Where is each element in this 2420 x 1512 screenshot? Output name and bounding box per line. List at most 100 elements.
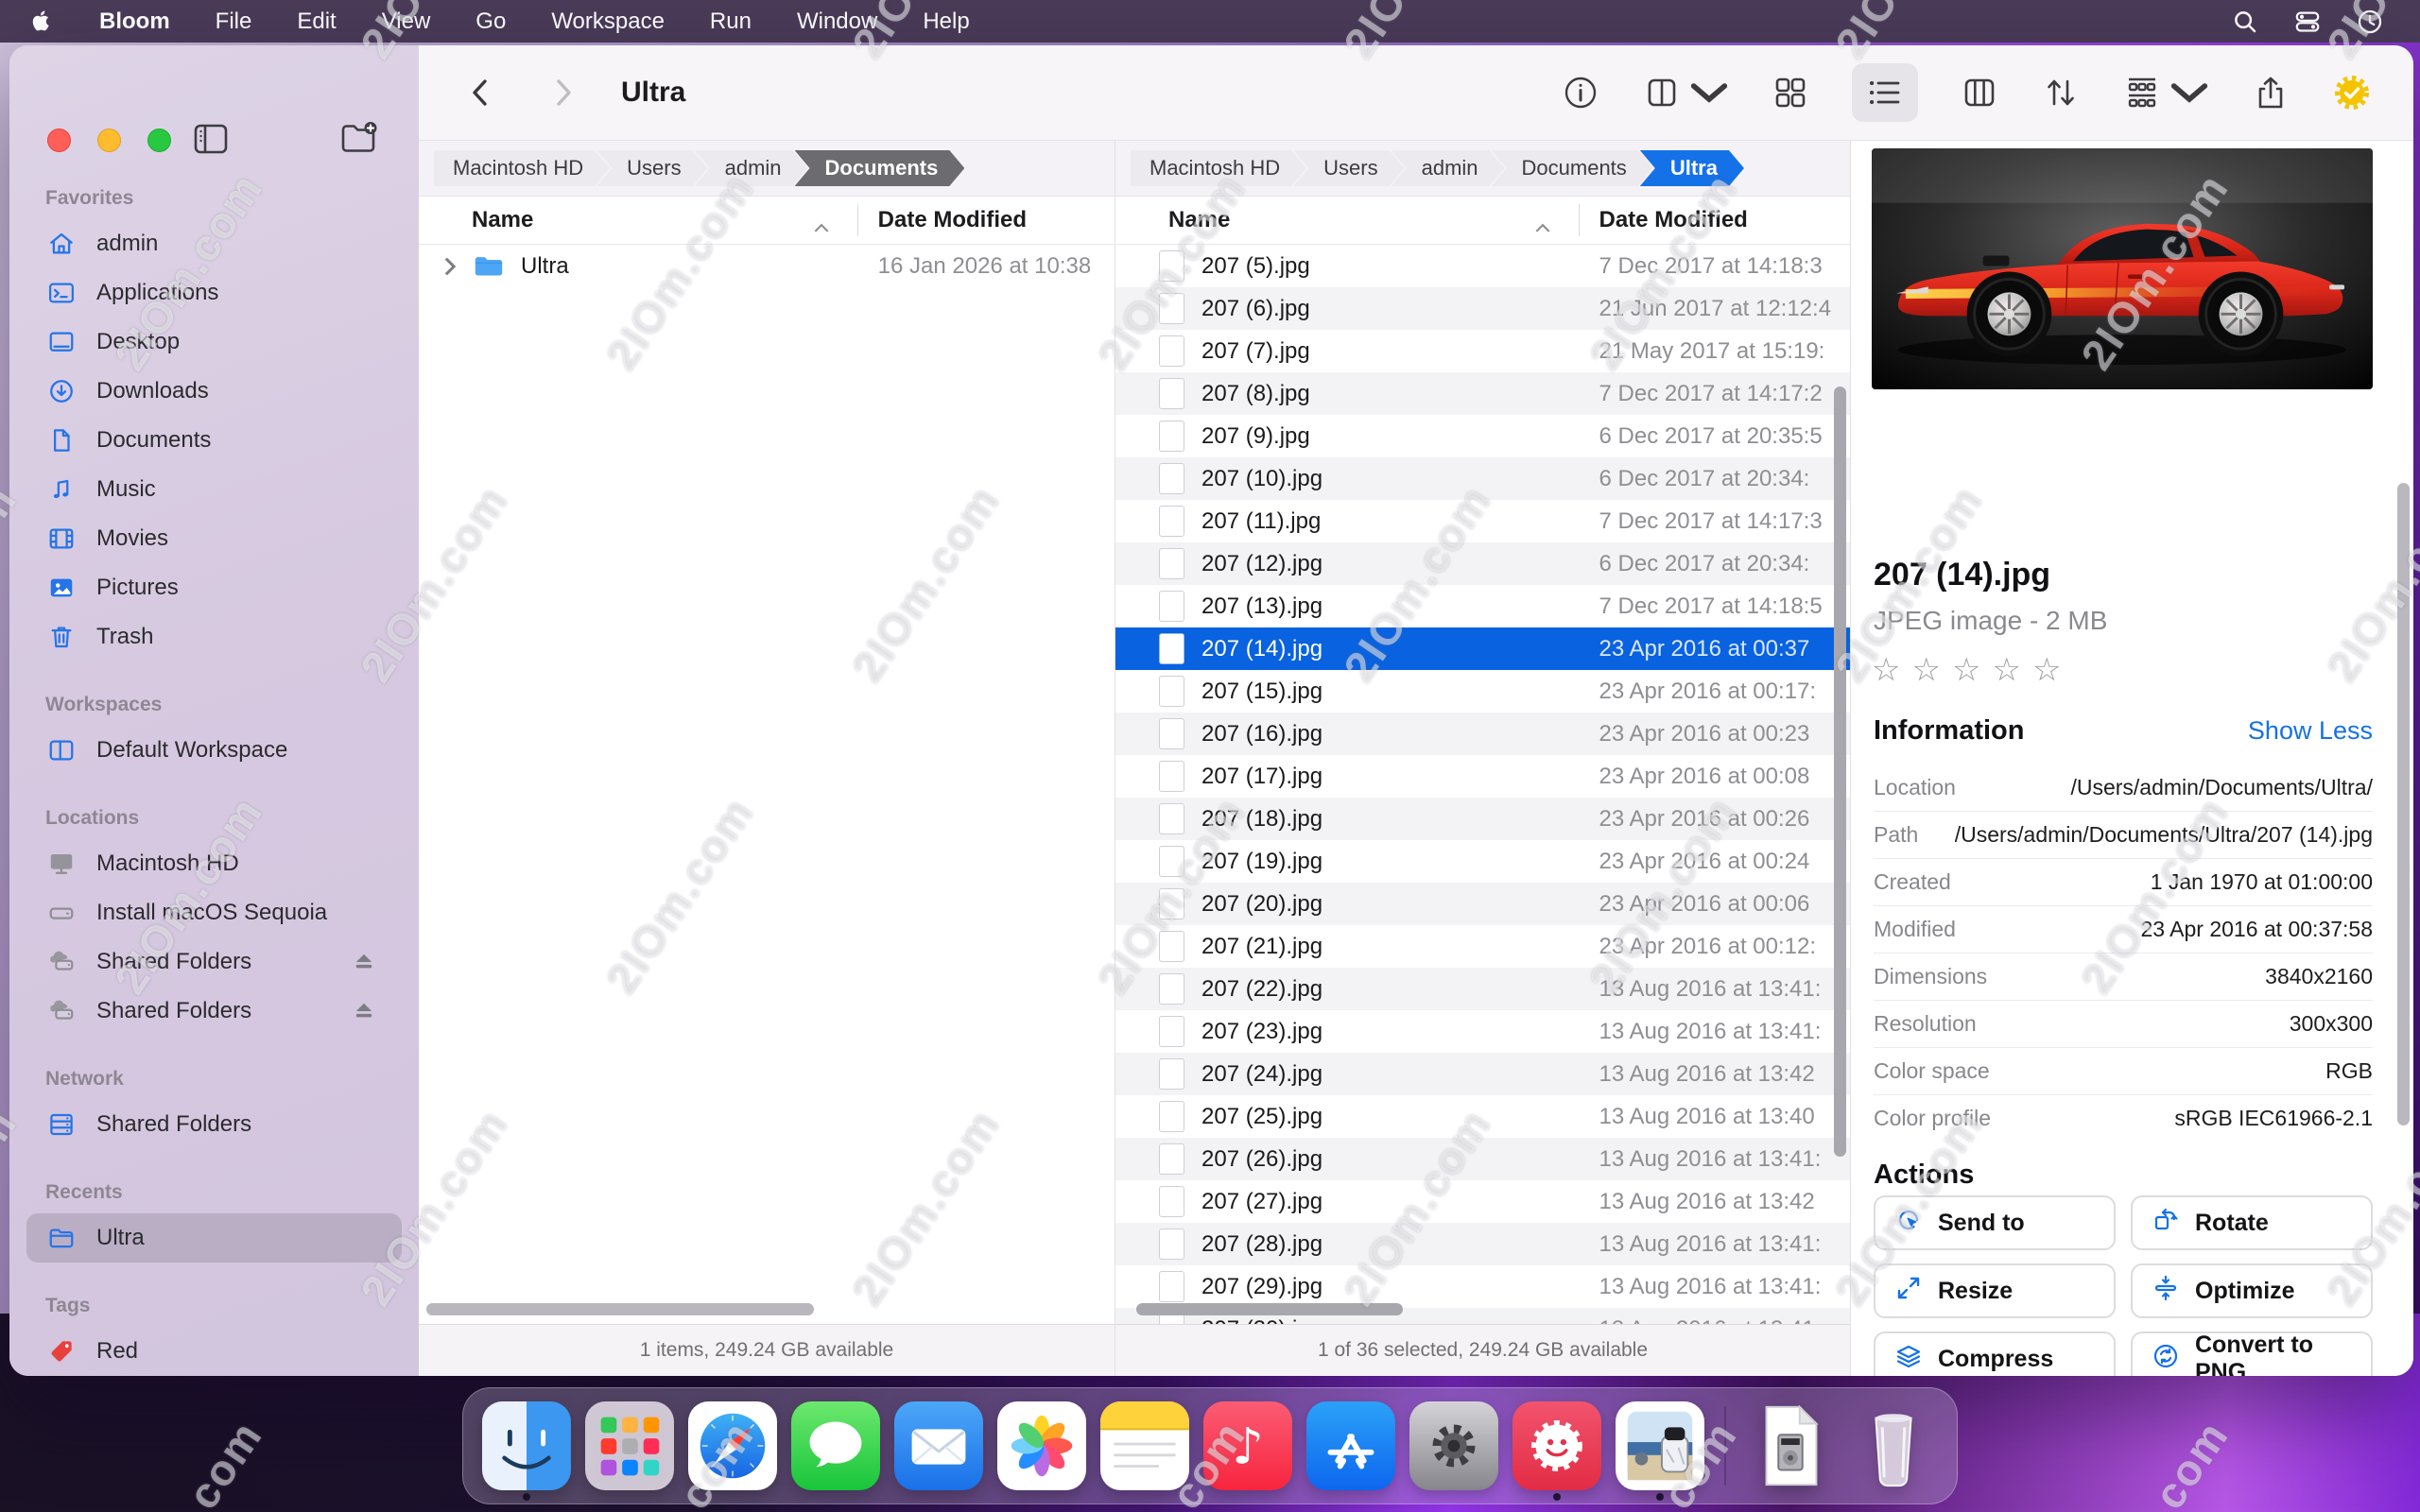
horizontal-scrollbar-left[interactable] xyxy=(426,1303,814,1315)
file-row-207-5-jpg[interactable]: 207 (5).jpg 7 Dec 2017 at 14:18:3 xyxy=(1115,245,1850,287)
grid-view-icon[interactable] xyxy=(1771,73,1810,112)
file-row-207-10-jpg[interactable]: 207 (10).jpg 6 Dec 2017 at 20:34: xyxy=(1115,457,1850,500)
menu-workspace[interactable]: Workspace xyxy=(551,9,665,35)
sidebar-item-red[interactable]: Red xyxy=(26,1327,402,1376)
horizontal-scrollbar-right[interactable] xyxy=(1136,1303,1403,1315)
file-row-207-7-jpg[interactable]: 207 (7).jpg 21 May 2017 at 15:19: xyxy=(1115,330,1850,372)
toggle-sidebar-icon[interactable] xyxy=(189,117,233,161)
column-divider[interactable] xyxy=(856,204,858,236)
menu-app-name[interactable]: Bloom xyxy=(99,9,170,35)
group-by-icon[interactable] xyxy=(2122,73,2209,112)
file-row-207-12-jpg[interactable]: 207 (12).jpg 6 Dec 2017 at 20:34: xyxy=(1115,542,1850,585)
dock-music-icon[interactable]: ♪ xyxy=(1203,1401,1292,1490)
file-row-207-15-jpg[interactable]: 207 (15).jpg 23 Apr 2016 at 00:17: xyxy=(1115,670,1850,713)
column-date-modified[interactable]: Date Modified xyxy=(878,207,1027,233)
apple-menu-icon[interactable] xyxy=(28,9,54,34)
column-date-modified[interactable]: Date Modified xyxy=(1599,207,1748,233)
eject-icon[interactable] xyxy=(351,998,377,1024)
file-row-207-6-jpg[interactable]: 207 (6).jpg 21 Jun 2017 at 12:12:4 xyxy=(1115,287,1850,330)
forward-button[interactable] xyxy=(549,74,578,112)
compress-button[interactable]: Compress xyxy=(1874,1332,2116,1376)
menu-go[interactable]: Go xyxy=(475,9,506,35)
file-row-207-20-jpg[interactable]: 207 (20).jpg 23 Apr 2016 at 00:06 xyxy=(1115,883,1850,925)
breadcrumb-users[interactable]: Users xyxy=(1293,150,1404,186)
license-badge-icon[interactable] xyxy=(2332,73,2372,112)
file-row-207-23-jpg[interactable]: 207 (23).jpg 13 Aug 2016 at 13:41: xyxy=(1115,1010,1850,1053)
sidebar-item-trash[interactable]: Trash xyxy=(26,612,402,662)
send-to-button[interactable]: Send to xyxy=(1874,1195,2116,1250)
dock-messages-icon[interactable] xyxy=(791,1401,880,1490)
convert-to-png-button[interactable]: Convert to PNG xyxy=(2131,1332,2373,1376)
breadcrumb-admin[interactable]: admin xyxy=(695,150,808,186)
info-icon[interactable] xyxy=(1561,73,1600,112)
optimize-button[interactable]: Optimize xyxy=(2131,1263,2373,1318)
file-row-207-21-jpg[interactable]: 207 (21).jpg 23 Apr 2016 at 00:12: xyxy=(1115,925,1850,968)
breadcrumb-documents[interactable]: Documents xyxy=(795,150,965,186)
file-row-207-22-jpg[interactable]: 207 (22).jpg 13 Aug 2016 at 13:41: xyxy=(1115,968,1850,1010)
sidebar-item-applications[interactable]: Applications xyxy=(26,268,402,318)
sidebar-item-downloads[interactable]: Downloads xyxy=(26,367,402,416)
dock-launchpad-icon[interactable] xyxy=(585,1401,674,1490)
eject-icon[interactable] xyxy=(351,949,377,975)
breadcrumb-macintosh-hd[interactable]: Macintosh HD xyxy=(434,150,610,186)
star-icon[interactable]: ☆ xyxy=(1952,652,1992,688)
file-row-ultra[interactable]: Ultra 16 Jan 2026 at 10:38 xyxy=(419,245,1115,287)
column-name[interactable]: Name xyxy=(419,207,533,233)
dock-image-viewer-icon[interactable] xyxy=(1616,1401,1704,1501)
dock-photos-icon[interactable] xyxy=(997,1401,1086,1490)
back-button[interactable] xyxy=(466,74,494,112)
star-icon[interactable]: ☆ xyxy=(1992,652,2031,688)
file-row-207-27-jpg[interactable]: 207 (27).jpg 13 Aug 2016 at 13:42 xyxy=(1115,1180,1850,1223)
file-row-207-19-jpg[interactable]: 207 (19).jpg 23 Apr 2016 at 00:24 xyxy=(1115,840,1850,883)
sidebar-item-desktop[interactable]: Desktop xyxy=(26,318,402,367)
dock-trash-icon[interactable] xyxy=(1849,1401,1938,1490)
list-view-icon[interactable] xyxy=(1852,63,1918,122)
resize-button[interactable]: Resize xyxy=(1874,1263,2116,1318)
new-folder-icon[interactable] xyxy=(337,117,380,161)
vertical-scrollbar-preview[interactable] xyxy=(2397,483,2410,1125)
dock-safari-icon[interactable] xyxy=(688,1401,777,1490)
share-icon[interactable] xyxy=(2251,73,2290,112)
menu-help[interactable]: Help xyxy=(923,9,969,35)
sidebar-item-movies[interactable]: Movies xyxy=(26,514,402,563)
search-icon[interactable] xyxy=(2231,8,2259,36)
breadcrumb-users[interactable]: Users xyxy=(596,150,707,186)
file-row-207-8-jpg[interactable]: 207 (8).jpg 7 Dec 2017 at 14:17:2 xyxy=(1115,372,1850,415)
star-icon[interactable]: ☆ xyxy=(1872,652,1911,688)
sidebar-item-macintosh-hd[interactable]: Macintosh HD xyxy=(26,839,402,888)
file-row-207-9-jpg[interactable]: 207 (9).jpg 6 Dec 2017 at 20:35:5 xyxy=(1115,415,1850,457)
sidebar-item-shared-folders[interactable]: Shared Folders xyxy=(26,987,402,1036)
sidebar-item-shared-folders[interactable]: Shared Folders xyxy=(26,1100,402,1149)
dock-notes-icon[interactable] xyxy=(1100,1401,1189,1490)
dock-finder-icon[interactable] xyxy=(482,1401,571,1501)
sidebar-item-music[interactable]: Music xyxy=(26,465,402,514)
dock-system-settings-icon[interactable] xyxy=(1409,1401,1498,1490)
sort-icon[interactable] xyxy=(2041,73,2081,112)
clock-icon[interactable] xyxy=(2356,8,2384,36)
sidebar-item-shared-folders[interactable]: Shared Folders xyxy=(26,937,402,987)
dock-photo-booth-icon[interactable] xyxy=(1512,1401,1601,1501)
column-divider[interactable] xyxy=(1578,204,1580,236)
sidebar-item-ultra[interactable]: Ultra xyxy=(26,1213,402,1263)
column-view-icon[interactable] xyxy=(1960,73,1999,112)
breadcrumb-macintosh-hd[interactable]: Macintosh HD xyxy=(1131,150,1306,186)
file-row-207-26-jpg[interactable]: 207 (26).jpg 13 Aug 2016 at 13:41: xyxy=(1115,1138,1850,1180)
file-row-207-29-jpg[interactable]: 207 (29).jpg 13 Aug 2016 at 13:41: xyxy=(1115,1265,1850,1308)
sidebar-item-admin[interactable]: admin xyxy=(26,219,402,268)
breadcrumb-admin[interactable]: admin xyxy=(1392,150,1505,186)
user-switch-icon[interactable] xyxy=(2293,8,2322,36)
star-icon[interactable]: ☆ xyxy=(1911,652,1951,688)
menu-window[interactable]: Window xyxy=(797,9,877,35)
dock-installer-file-icon[interactable] xyxy=(1746,1401,1835,1490)
rotate-button[interactable]: Rotate xyxy=(2131,1195,2373,1250)
sidebar-item-pictures[interactable]: Pictures xyxy=(26,563,402,612)
menu-edit[interactable]: Edit xyxy=(297,9,336,35)
close-button[interactable] xyxy=(47,129,71,152)
disclosure-chevron-icon[interactable] xyxy=(443,257,457,276)
show-less-link[interactable]: Show Less xyxy=(2248,716,2373,746)
file-row-207-11-jpg[interactable]: 207 (11).jpg 7 Dec 2017 at 14:17:3 xyxy=(1115,500,1850,542)
vertical-scrollbar-right[interactable] xyxy=(1834,387,1846,1157)
sidebar-item-documents[interactable]: Documents xyxy=(26,416,402,465)
file-row-207-16-jpg[interactable]: 207 (16).jpg 23 Apr 2016 at 00:23 xyxy=(1115,713,1850,755)
column-name[interactable]: Name xyxy=(1115,207,1230,233)
